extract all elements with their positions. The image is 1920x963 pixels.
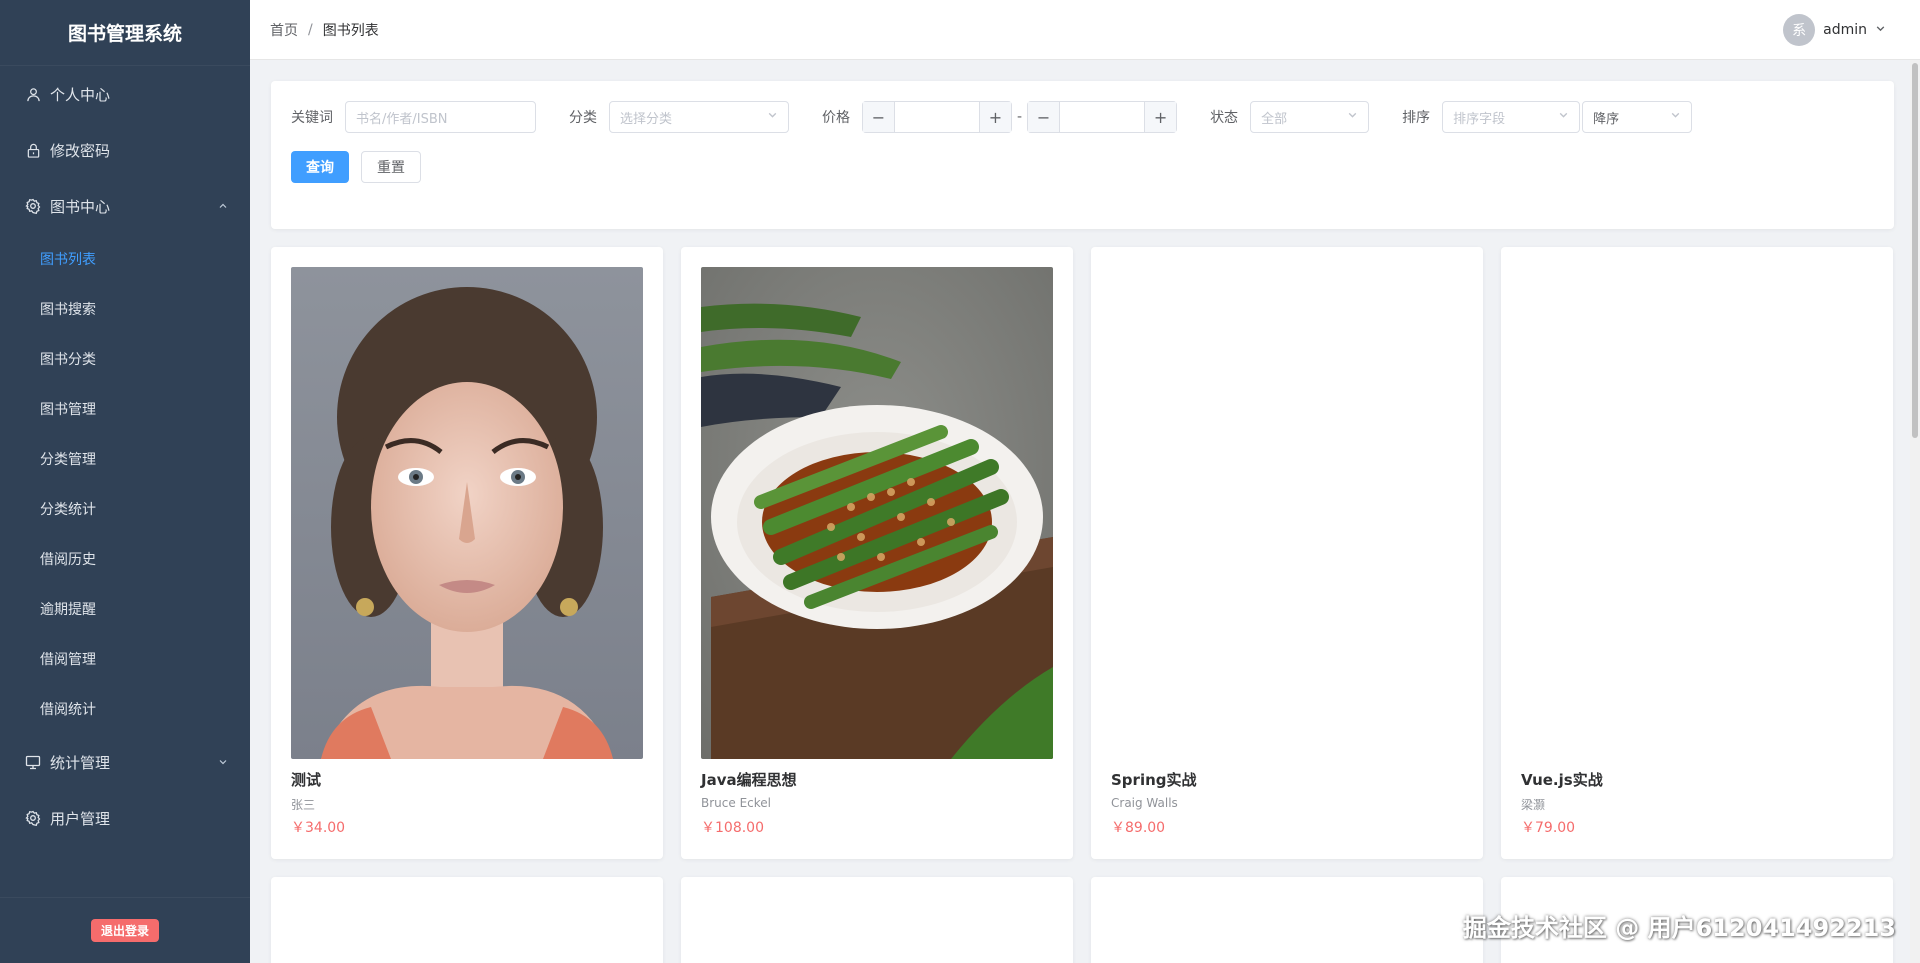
- breadcrumb: 首页 / 图书列表: [270, 20, 379, 40]
- keyword-input[interactable]: 书名/作者/ISBN: [345, 101, 536, 133]
- book-card[interactable]: Spring实战 Craig Walls ￥89.00: [1091, 247, 1483, 859]
- search-button[interactable]: 查询: [291, 151, 349, 183]
- price-separator: -: [1017, 109, 1023, 125]
- sidebar-item-book-center[interactable]: 图书中心: [0, 178, 250, 234]
- scrollbar-thumb[interactable]: [1912, 63, 1918, 438]
- price-min-value[interactable]: [895, 102, 979, 132]
- category-label: 分类: [569, 110, 597, 126]
- filter-panel: 关键词 书名/作者/ISBN 分类 选择分类 价格 − + - − + 状态 全…: [271, 81, 1894, 229]
- main-content: 关键词 书名/作者/ISBN 分类 选择分类 价格 − + - − + 状态 全…: [250, 60, 1920, 963]
- sort-field-placeholder: 排序字段: [1453, 111, 1506, 127]
- book-title[interactable]: Vue.js实战: [1521, 769, 1603, 790]
- monitor-icon: [24, 753, 42, 771]
- chevron-up-icon: [218, 197, 228, 215]
- sidebar-item-book-category[interactable]: 图书分类: [0, 334, 250, 384]
- app-title: 图书管理系统: [0, 0, 250, 66]
- chevron-down-icon: [767, 110, 778, 125]
- breadcrumb-home[interactable]: 首页: [270, 20, 298, 40]
- user-icon: [24, 85, 42, 103]
- category-select-placeholder: 选择分类: [620, 111, 673, 127]
- breadcrumb-current: 图书列表: [322, 22, 379, 39]
- chevron-down-icon: [218, 753, 228, 771]
- sidebar-item-label: 修改密码: [50, 141, 111, 160]
- sort-order-value: 降序: [1593, 111, 1620, 127]
- keyword-label: 关键词: [291, 110, 333, 126]
- book-title[interactable]: Java编程思想: [701, 769, 797, 790]
- sidebar-item-borrow-history[interactable]: 借阅历史: [0, 534, 250, 584]
- price-max-value[interactable]: [1060, 102, 1144, 132]
- book-cover-food[interactable]: [701, 267, 1053, 759]
- breadcrumb-separator: /: [308, 21, 313, 38]
- book-cover-portrait[interactable]: [291, 267, 643, 759]
- book-author: 梁灏: [1521, 798, 1546, 812]
- sidebar: 图书管理系统 个人中心 修改密码 图书中心 图书列表 图书搜索 图书分类 图书管…: [0, 0, 250, 963]
- book-card[interactable]: Java编程思想 Bruce Eckel ￥108.00: [681, 247, 1073, 859]
- status-select-value: 全部: [1261, 111, 1288, 127]
- sidebar-item-label: 个人中心: [50, 85, 111, 104]
- lock-icon: [24, 141, 42, 159]
- sidebar-item-user-management[interactable]: 用户管理: [0, 790, 250, 846]
- book-card[interactable]: [1091, 877, 1483, 963]
- sort-field-select[interactable]: 排序字段: [1442, 101, 1581, 133]
- book-card[interactable]: [681, 877, 1073, 963]
- filter-row: 关键词 书名/作者/ISBN 分类 选择分类 价格 − + - − + 状态 全…: [291, 101, 1693, 133]
- chevron-down-icon: [1558, 110, 1569, 125]
- chevron-down-icon: [1670, 110, 1681, 125]
- sidebar-item-book-search[interactable]: 图书搜索: [0, 284, 250, 334]
- book-card[interactable]: Vue.js实战 梁灏 ￥79.00: [1501, 247, 1893, 859]
- book-card[interactable]: 测试 张三 ￥34.00: [271, 247, 663, 859]
- book-price: ￥79.00: [1521, 820, 1576, 836]
- sidebar-item-label: 用户管理: [50, 809, 111, 828]
- book-author: 张三: [291, 798, 316, 812]
- sidebar-footer: 退出登录: [0, 897, 250, 963]
- sidebar-item-overdue-reminder[interactable]: 逾期提醒: [0, 584, 250, 634]
- sidebar-item-profile[interactable]: 个人中心: [0, 66, 250, 122]
- chevron-down-icon[interactable]: [1875, 22, 1886, 38]
- sidebar-item-label: 统计管理: [50, 753, 111, 772]
- sidebar-item-book-management[interactable]: 图书管理: [0, 384, 250, 434]
- reset-button[interactable]: 重置: [361, 151, 421, 183]
- filter-actions: 查询 重置: [291, 151, 421, 183]
- book-price: ￥89.00: [1111, 820, 1166, 836]
- plus-icon[interactable]: +: [979, 102, 1011, 132]
- sidebar-item-label: 图书中心: [50, 197, 111, 216]
- sidebar-item-borrow-management[interactable]: 借阅管理: [0, 634, 250, 684]
- username[interactable]: admin: [1823, 22, 1867, 38]
- book-cover-blank[interactable]: [1521, 267, 1873, 759]
- logout-button[interactable]: 退出登录: [90, 919, 159, 942]
- book-title[interactable]: 测试: [291, 769, 321, 790]
- gear-icon: [24, 197, 42, 215]
- book-price: ￥108.00: [701, 820, 764, 836]
- watermark: 掘金技术社区 @ 用户612041492213: [1462, 914, 1896, 942]
- price-max-stepper[interactable]: − +: [1027, 101, 1178, 133]
- minus-icon[interactable]: −: [863, 102, 895, 132]
- sidebar-item-change-password[interactable]: 修改密码: [0, 122, 250, 178]
- chevron-down-icon: [1347, 110, 1358, 125]
- sidebar-item-statistics[interactable]: 统计管理: [0, 734, 250, 790]
- book-price: ￥34.00: [291, 820, 346, 836]
- status-label: 状态: [1210, 110, 1239, 126]
- book-card[interactable]: [271, 877, 663, 963]
- sort-order-select[interactable]: 降序: [1582, 101, 1693, 133]
- plus-icon[interactable]: +: [1144, 102, 1177, 132]
- book-cover-blank[interactable]: [1111, 267, 1463, 759]
- sidebar-item-book-list[interactable]: 图书列表: [0, 234, 250, 284]
- book-author: Craig Walls: [1111, 796, 1178, 810]
- book-title[interactable]: Spring实战: [1111, 769, 1197, 790]
- sort-label: 排序: [1402, 110, 1431, 126]
- status-select[interactable]: 全部: [1250, 101, 1370, 133]
- sidebar-item-category-management[interactable]: 分类管理: [0, 434, 250, 484]
- minus-icon[interactable]: −: [1028, 102, 1061, 132]
- gear-icon: [24, 809, 42, 827]
- top-header: 首页 / 图书列表 系 admin: [250, 0, 1920, 60]
- book-author: Bruce Eckel: [701, 796, 771, 810]
- sidebar-item-borrow-stats[interactable]: 借阅统计: [0, 684, 250, 734]
- category-select[interactable]: 选择分类: [609, 101, 789, 133]
- price-label: 价格: [822, 110, 850, 126]
- sidebar-item-category-stats[interactable]: 分类统计: [0, 484, 250, 534]
- price-min-stepper[interactable]: − +: [862, 101, 1012, 133]
- avatar[interactable]: 系: [1783, 14, 1816, 46]
- user-dropdown[interactable]: 系 admin: [1783, 14, 1886, 46]
